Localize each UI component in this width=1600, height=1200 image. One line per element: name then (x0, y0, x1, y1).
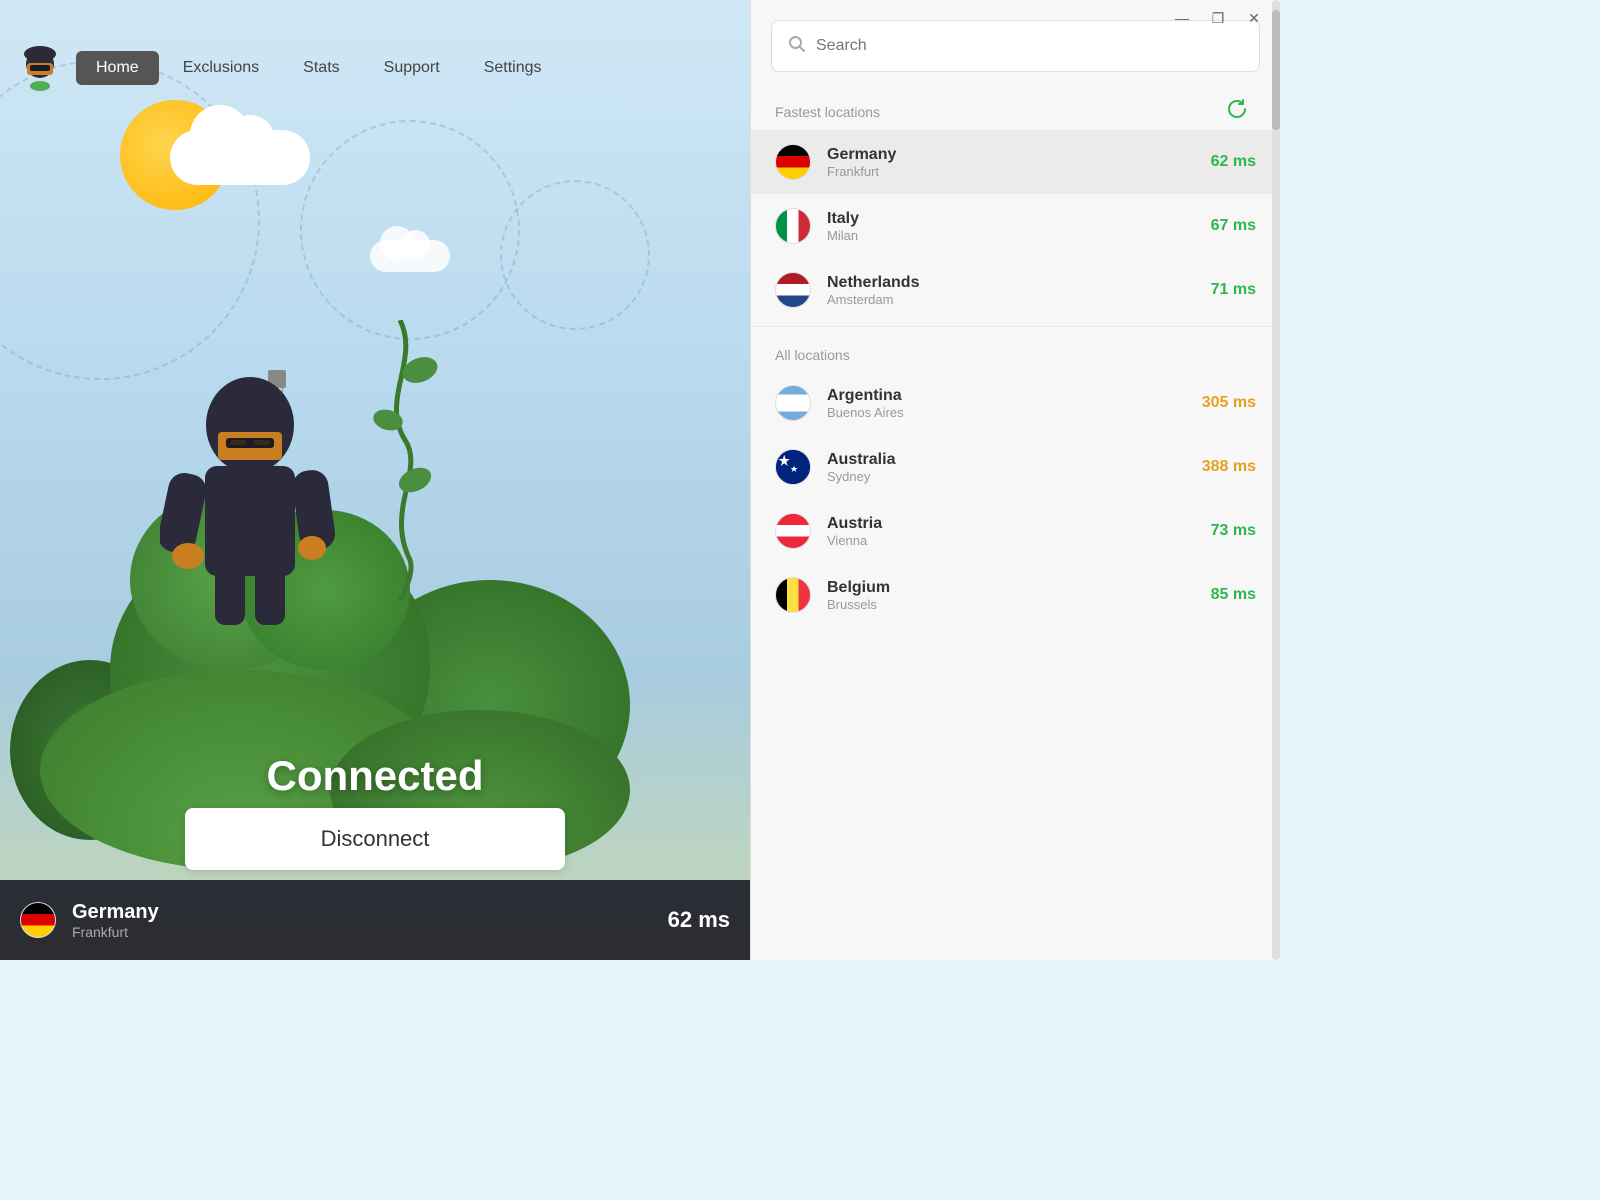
flag-australia (775, 449, 811, 485)
nav-settings[interactable]: Settings (464, 51, 562, 85)
location-country: Italy (827, 210, 1195, 228)
flag-germany (775, 144, 811, 180)
divider (751, 326, 1280, 327)
maximize-button[interactable]: ❐ (1200, 4, 1236, 32)
left-panel: Home Exclusions Stats Support Settings (0, 0, 750, 960)
location-info-netherlands: Netherlands Amsterdam (827, 274, 1195, 307)
search-input[interactable] (816, 37, 1243, 55)
fastest-location-row-netherlands[interactable]: Netherlands Amsterdam 71 ms (751, 258, 1280, 322)
bottom-city: Frankfurt (72, 924, 652, 940)
flag-argentina (775, 385, 811, 421)
all-location-row-australia[interactable]: Australia Sydney 388 ms (751, 435, 1280, 499)
location-info-italy: Italy Milan (827, 210, 1195, 243)
location-info-austria: Austria Vienna (827, 515, 1195, 548)
minimize-button[interactable]: — (1164, 4, 1200, 32)
fastest-location-row-germany[interactable]: Germany Frankfurt 62 ms (751, 130, 1280, 194)
location-city: Sydney (827, 469, 1186, 484)
location-country: Austria (827, 515, 1195, 533)
ping-value: 67 ms (1211, 217, 1256, 235)
disconnect-button[interactable]: Disconnect (185, 808, 565, 870)
fastest-locations-label: Fastest locations (775, 104, 1226, 120)
location-info-germany: Germany Frankfurt (827, 146, 1195, 179)
nav-home[interactable]: Home (76, 51, 159, 85)
location-info-australia: Australia Sydney (827, 451, 1186, 484)
right-panel: Fastest locations Germany Frankfurt 62 m… (750, 0, 1280, 960)
location-info-argentina: Argentina Buenos Aires (827, 387, 1186, 420)
bottom-flag (20, 902, 56, 938)
vine-illustration (360, 320, 440, 600)
ping-value: 85 ms (1211, 586, 1256, 604)
status-container: Connected (0, 752, 750, 800)
navbar: Home Exclusions Stats Support Settings (0, 36, 750, 100)
location-country: Netherlands (827, 274, 1195, 292)
flag-austria (775, 513, 811, 549)
refresh-icon[interactable] (1226, 98, 1248, 126)
fastest-location-row-italy[interactable]: Italy Milan 67 ms (751, 194, 1280, 258)
location-country: Germany (827, 146, 1195, 164)
flag-italy (775, 208, 811, 244)
all-locations-label: All locations (751, 331, 1280, 371)
bottom-country: Germany (72, 901, 652, 924)
location-country: Belgium (827, 579, 1195, 597)
close-button[interactable]: ✕ (1236, 4, 1272, 32)
fastest-locations-header: Fastest locations (751, 82, 1280, 130)
all-location-row-argentina[interactable]: Argentina Buenos Aires 305 ms (751, 371, 1280, 435)
scrollbar-track (1272, 0, 1280, 960)
bottom-info: Germany Frankfurt (72, 901, 652, 940)
app-logo (16, 44, 64, 92)
connection-status: Connected (0, 752, 750, 800)
location-info-belgium: Belgium Brussels (827, 579, 1195, 612)
cloud-illustration (170, 130, 310, 185)
all-location-row-belgium[interactable]: Belgium Brussels 85 ms (751, 563, 1280, 627)
location-country: Argentina (827, 387, 1186, 405)
nav-stats[interactable]: Stats (283, 51, 359, 85)
ping-value: 62 ms (1211, 153, 1256, 171)
location-city: Buenos Aires (827, 405, 1186, 420)
location-city: Milan (827, 228, 1195, 243)
all-location-row-austria[interactable]: Austria Vienna 73 ms (751, 499, 1280, 563)
bottom-bar: Germany Frankfurt 62 ms (0, 880, 750, 960)
nav-exclusions[interactable]: Exclusions (163, 51, 279, 85)
titlebar: — ❐ ✕ (0, 0, 1280, 36)
ping-value: 305 ms (1202, 394, 1256, 412)
flag-belgium (775, 577, 811, 613)
location-city: Brussels (827, 597, 1195, 612)
ping-value: 388 ms (1202, 458, 1256, 476)
location-city: Amsterdam (827, 292, 1195, 307)
location-city: Frankfurt (827, 164, 1195, 179)
nav-support[interactable]: Support (364, 51, 460, 85)
location-city: Vienna (827, 533, 1195, 548)
ping-value: 73 ms (1211, 522, 1256, 540)
ping-value: 71 ms (1211, 281, 1256, 299)
flag-netherlands (775, 272, 811, 308)
location-country: Australia (827, 451, 1186, 469)
ninja-character (160, 370, 340, 650)
bottom-ping: 62 ms (668, 907, 730, 933)
search-icon (788, 35, 806, 58)
